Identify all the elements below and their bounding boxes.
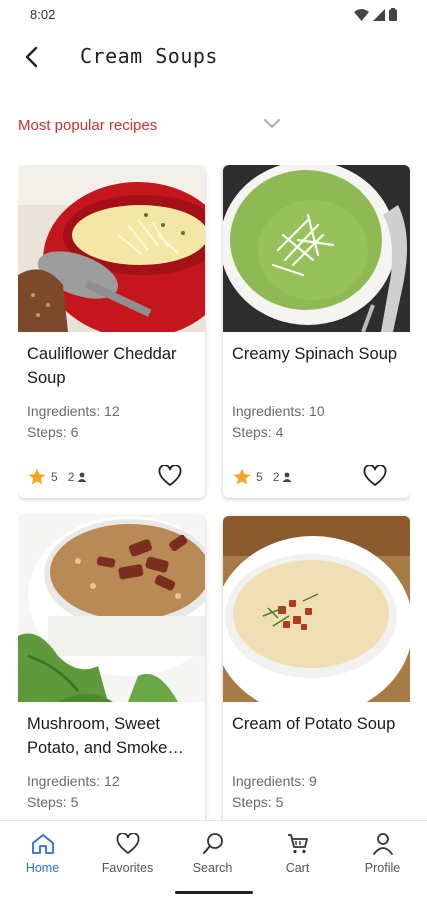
ingredient-count: Ingredients: 12 bbox=[27, 403, 120, 419]
rating-value: 5 bbox=[51, 470, 58, 484]
recipe-image bbox=[223, 516, 410, 702]
rating-value: 5 bbox=[256, 470, 263, 484]
recipe-title: Cauliflower Cheddar Soup bbox=[27, 345, 177, 387]
status-time: 8:02 bbox=[30, 7, 56, 22]
recipe-grid: Cauliflower Cheddar Soup Ingredients: 12… bbox=[18, 165, 410, 820]
recipe-title: Cream of Potato Soup bbox=[232, 715, 396, 733]
nav-label: Profile bbox=[364, 861, 401, 875]
chevron-down-icon bbox=[264, 119, 280, 128]
review-count: 2 bbox=[67, 470, 75, 484]
heart-icon bbox=[158, 465, 182, 486]
app-bar: Cream Soups bbox=[0, 30, 427, 82]
heart-icon bbox=[363, 465, 387, 486]
recipe-card[interactable]: Mushroom, Sweet Potato, and Smoke… Ingre… bbox=[18, 516, 205, 820]
favorite-button[interactable] bbox=[156, 462, 184, 490]
nav-item-home[interactable]: Home bbox=[0, 831, 85, 879]
recipe-card[interactable]: Creamy Spinach Soup Ingredients: 10 Step… bbox=[223, 165, 410, 498]
nav-item-profile[interactable]: Profile bbox=[340, 831, 425, 879]
favorite-button[interactable] bbox=[361, 462, 389, 490]
home-indicator bbox=[175, 891, 253, 894]
search-icon bbox=[202, 833, 223, 854]
recipe-title: Mushroom, Sweet Potato, and Smoke… bbox=[27, 715, 184, 757]
step-count: Steps: 6 bbox=[27, 424, 79, 440]
profile-icon bbox=[372, 833, 393, 855]
person-icon bbox=[282, 472, 292, 482]
ingredient-count: Ingredients: 12 bbox=[27, 773, 120, 789]
recipe-title: Creamy Spinach Soup bbox=[232, 345, 398, 363]
filter-label: Most popular recipes bbox=[18, 117, 158, 134]
page-title: Cream Soups bbox=[80, 44, 218, 68]
ingredient-count: Ingredients: 9 bbox=[232, 773, 317, 789]
rating: 5 2 bbox=[232, 467, 292, 487]
review-count: 2 bbox=[272, 470, 280, 484]
heart-icon bbox=[116, 833, 139, 854]
recipe-card[interactable]: Cauliflower Cheddar Soup Ingredients: 12… bbox=[18, 165, 205, 498]
recipe-filter-dropdown[interactable]: Most popular recipes bbox=[18, 110, 408, 142]
cart-icon bbox=[287, 834, 308, 854]
star-icon bbox=[28, 468, 46, 485]
recipe-image bbox=[223, 165, 410, 332]
recipe-card[interactable]: Cream of Potato Soup Ingredients: 9 Step… bbox=[223, 516, 410, 820]
nav-label: Favorites bbox=[101, 861, 154, 875]
step-count: Steps: 5 bbox=[232, 794, 284, 810]
step-count: Steps: 4 bbox=[232, 424, 284, 440]
nav-item-favorites[interactable]: Favorites bbox=[85, 831, 170, 879]
nav-item-cart[interactable]: Cart bbox=[255, 831, 340, 879]
home-icon bbox=[31, 834, 54, 854]
rating: 5 2 bbox=[27, 467, 87, 487]
step-count: Steps: 5 bbox=[27, 794, 79, 810]
wifi-icon bbox=[354, 8, 369, 21]
ingredient-count: Ingredients: 10 bbox=[232, 403, 325, 419]
back-button[interactable] bbox=[14, 40, 48, 74]
status-bar: 8:02 bbox=[0, 0, 427, 30]
battery-icon bbox=[389, 8, 397, 21]
person-icon bbox=[77, 472, 87, 482]
status-icons bbox=[354, 8, 397, 21]
star-icon bbox=[233, 468, 251, 485]
recipe-image bbox=[18, 516, 205, 702]
recipe-image bbox=[18, 165, 205, 332]
nav-label: Cart bbox=[285, 861, 310, 875]
back-arrow-icon bbox=[25, 46, 38, 68]
signal-icon bbox=[373, 8, 385, 21]
nav-item-search[interactable]: Search bbox=[170, 831, 255, 879]
nav-label: Home bbox=[25, 861, 60, 875]
nav-label: Search bbox=[192, 861, 233, 875]
bottom-navigation: Home Favorites Search Cart Profile bbox=[0, 820, 427, 900]
